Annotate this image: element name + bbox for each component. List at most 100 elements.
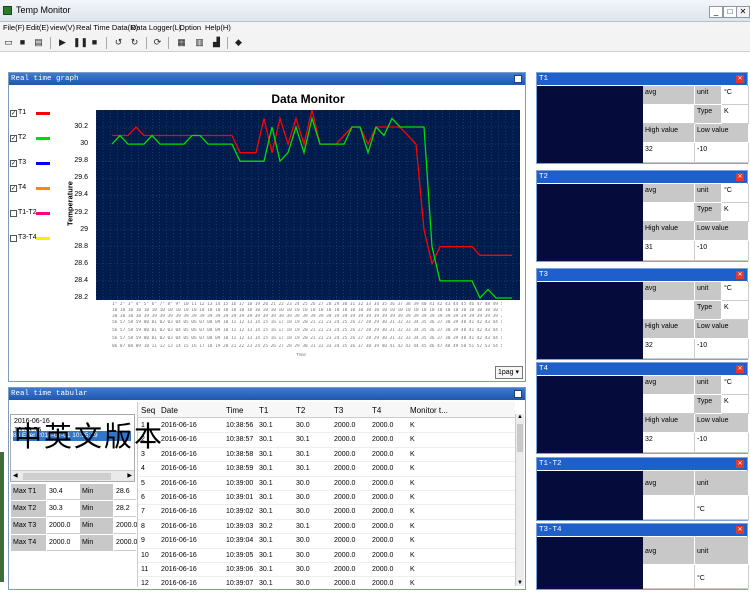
maximize-button[interactable]: □ bbox=[723, 6, 737, 18]
minimize-button[interactable]: _ bbox=[709, 6, 723, 18]
stat-value: 2000.0 bbox=[47, 535, 80, 551]
checkbox-icon[interactable]: ✓ bbox=[10, 160, 17, 167]
table-cell: K bbox=[410, 551, 415, 559]
close-button[interactable]: ✕ bbox=[736, 6, 750, 18]
checkbox-icon[interactable]: ✓ bbox=[10, 185, 17, 192]
refresh-icon[interactable]: ⟳ bbox=[152, 37, 163, 48]
table-row[interactable]: 1 2016-06-16 10:38:56 30.1 30.0 2000.0 2000.0 K bbox=[138, 419, 515, 434]
column-header[interactable]: T4 bbox=[372, 406, 381, 415]
table-icon[interactable]: ▦ bbox=[176, 37, 187, 48]
scroll-up-icon[interactable]: ▲ bbox=[517, 414, 523, 420]
chart-svg bbox=[95, 109, 520, 300]
table-cell: K bbox=[410, 479, 415, 487]
column-header[interactable]: Seq bbox=[141, 406, 155, 415]
table-row[interactable]: 5 2016-06-16 10:39:00 30.1 30.0 2000.0 2000.0 K bbox=[138, 477, 515, 491]
table-cell: 30.1 bbox=[259, 450, 273, 458]
undo-icon[interactable]: ↺ bbox=[113, 37, 124, 48]
panel-t4: T4 ✕ avg unit °C Type K High value Low v… bbox=[536, 362, 749, 454]
menu-help[interactable]: Help(H) bbox=[205, 23, 231, 32]
table-row[interactable]: 8 2016-06-16 10:39:03 30.2 30.1 2000.0 2000.0 K bbox=[138, 520, 515, 535]
chart-title: Data Monitor bbox=[271, 92, 345, 106]
diamond-icon[interactable]: ◆ bbox=[233, 37, 244, 48]
close-icon[interactable]: ✕ bbox=[736, 526, 744, 534]
x-tick-row: 06 07 08 09 10 11 12 13 14 15 16 17 18 1… bbox=[112, 344, 502, 349]
watermark-text: 中英文版本 bbox=[14, 420, 165, 453]
scroll-down-icon[interactable]: ▼ bbox=[517, 580, 523, 586]
stat-label: Max T3 bbox=[11, 518, 46, 534]
table-row[interactable]: 4 2016-06-16 10:38:59 30.1 30.1 2000.0 2000.0 K bbox=[138, 462, 515, 477]
page-select[interactable]: 1pag ▾ bbox=[495, 366, 523, 379]
low-value[interactable]: -10 bbox=[695, 339, 749, 359]
vertical-scrollbar[interactable]: ▲ ▼ bbox=[515, 414, 524, 586]
close-icon[interactable]: ✕ bbox=[736, 75, 744, 83]
close-icon[interactable]: ✕ bbox=[736, 271, 744, 279]
menu-file[interactable]: File(F) bbox=[3, 23, 25, 32]
table-cell: 2000.0 bbox=[334, 537, 356, 545]
close-icon[interactable]: ✕ bbox=[736, 173, 744, 181]
unit-label: unit bbox=[695, 86, 722, 105]
column-header[interactable]: T1 bbox=[259, 406, 268, 415]
high-value[interactable]: 32 bbox=[643, 143, 695, 163]
table-row[interactable]: 10 2016-06-16 10:39:05 30.1 30.0 2000.0 2000.0… bbox=[138, 549, 515, 563]
column-header[interactable]: Date bbox=[161, 406, 178, 415]
redo-icon[interactable]: ↻ bbox=[129, 37, 140, 48]
column-header[interactable]: T2 bbox=[296, 406, 305, 415]
scrollbar-thumb[interactable] bbox=[23, 473, 111, 480]
table-row[interactable]: 6 2016-06-16 10:39:01 30.1 30.0 2000.0 2000.0 K bbox=[138, 491, 515, 506]
table-cell: 2000.0 bbox=[334, 494, 356, 501]
table-row[interactable]: 11 2016-06-16 10:39:06 30.1 30.0 2000.0 2000.0… bbox=[138, 563, 515, 578]
low-value[interactable]: -10 bbox=[695, 433, 749, 453]
checkbox-icon[interactable]: ✓ bbox=[10, 135, 17, 142]
tabular-panel-restore-button[interactable] bbox=[514, 390, 522, 398]
high-value[interactable]: 32 bbox=[643, 433, 695, 453]
table-row[interactable]: 12 2016-06-16 10:39:07 30.1 30.0 2000.0 2000.0… bbox=[138, 577, 515, 587]
column-header[interactable]: Time bbox=[226, 406, 243, 415]
column-header[interactable]: Monitor t... bbox=[410, 406, 448, 415]
y-tick-label: 29.8 bbox=[74, 157, 88, 165]
table-cell: 2000.0 bbox=[372, 522, 394, 530]
save-icon[interactable]: ■ bbox=[17, 37, 28, 48]
table-cell: 10:38:59 bbox=[226, 465, 254, 473]
menu-bar: File(F) Edit(E) view(V) Real Time Data(R… bbox=[0, 22, 750, 34]
table-cell: 2000.0 bbox=[372, 450, 394, 458]
low-value[interactable]: -10 bbox=[695, 241, 749, 261]
table-cell: 12 bbox=[141, 580, 149, 587]
close-icon[interactable]: ✕ bbox=[736, 365, 744, 373]
low-value[interactable]: -10 bbox=[695, 143, 749, 163]
close-icon[interactable]: ✕ bbox=[736, 460, 744, 468]
scroll-right-icon[interactable]: ▶ bbox=[127, 472, 132, 479]
stop-icon[interactable]: ■ bbox=[89, 37, 100, 48]
table-row[interactable]: 9 2016-06-16 10:39:04 30.1 30.0 2000.0 2000.0 K bbox=[138, 534, 515, 549]
scrollbar-thumb[interactable] bbox=[517, 424, 523, 452]
column-header[interactable]: T3 bbox=[334, 406, 343, 415]
grid-icon[interactable]: ▥ bbox=[194, 37, 205, 48]
panel-t3-display bbox=[537, 282, 643, 359]
table-cell: 10:39:04 bbox=[226, 537, 254, 545]
high-value[interactable]: 32 bbox=[643, 339, 695, 359]
checkbox-icon[interactable] bbox=[10, 235, 17, 242]
open-icon[interactable]: ▭ bbox=[3, 37, 14, 48]
chart-icon[interactable]: ▟ bbox=[211, 37, 222, 48]
table-cell: 10:39:01 bbox=[226, 494, 254, 501]
table-row[interactable]: 2 2016-06-16 10:38:57 30.1 30.1 2000.0 2000.0 K bbox=[138, 433, 515, 448]
unit-value: °C bbox=[722, 184, 749, 203]
menu-option[interactable]: Option bbox=[179, 23, 201, 32]
table-row[interactable]: 7 2016-06-16 10:39:02 30.1 30.0 2000.0 2000.0 K bbox=[138, 505, 515, 520]
table-row[interactable]: 3 2016-06-16 10:38:58 30.1 30.1 2000.0 2000.0 K bbox=[138, 448, 515, 463]
series-color-swatch bbox=[36, 187, 50, 190]
tabular-panel-header: Real time tabular bbox=[9, 388, 525, 400]
table-cell: 30.1 bbox=[259, 580, 273, 587]
y-tick-label: 30 bbox=[80, 140, 88, 148]
high-value[interactable]: 31 bbox=[643, 241, 695, 261]
table-cell: 2016-06-16 bbox=[161, 465, 197, 473]
menu-data-logger[interactable]: Data Logger(L) bbox=[131, 23, 181, 32]
menu-edit[interactable]: Edit(E) bbox=[26, 23, 49, 32]
side-dock-handle[interactable] bbox=[0, 452, 4, 582]
graph-panel-restore-button[interactable] bbox=[514, 75, 522, 83]
scroll-left-icon[interactable]: ◀ bbox=[13, 472, 18, 479]
table-cell: 2000.0 bbox=[372, 551, 394, 559]
print-icon[interactable]: ▤ bbox=[33, 37, 44, 48]
checkbox-icon[interactable] bbox=[10, 210, 17, 217]
horizontal-scrollbar[interactable]: ◀ ▶ bbox=[11, 470, 134, 481]
checkbox-icon[interactable]: ✓ bbox=[10, 110, 17, 117]
